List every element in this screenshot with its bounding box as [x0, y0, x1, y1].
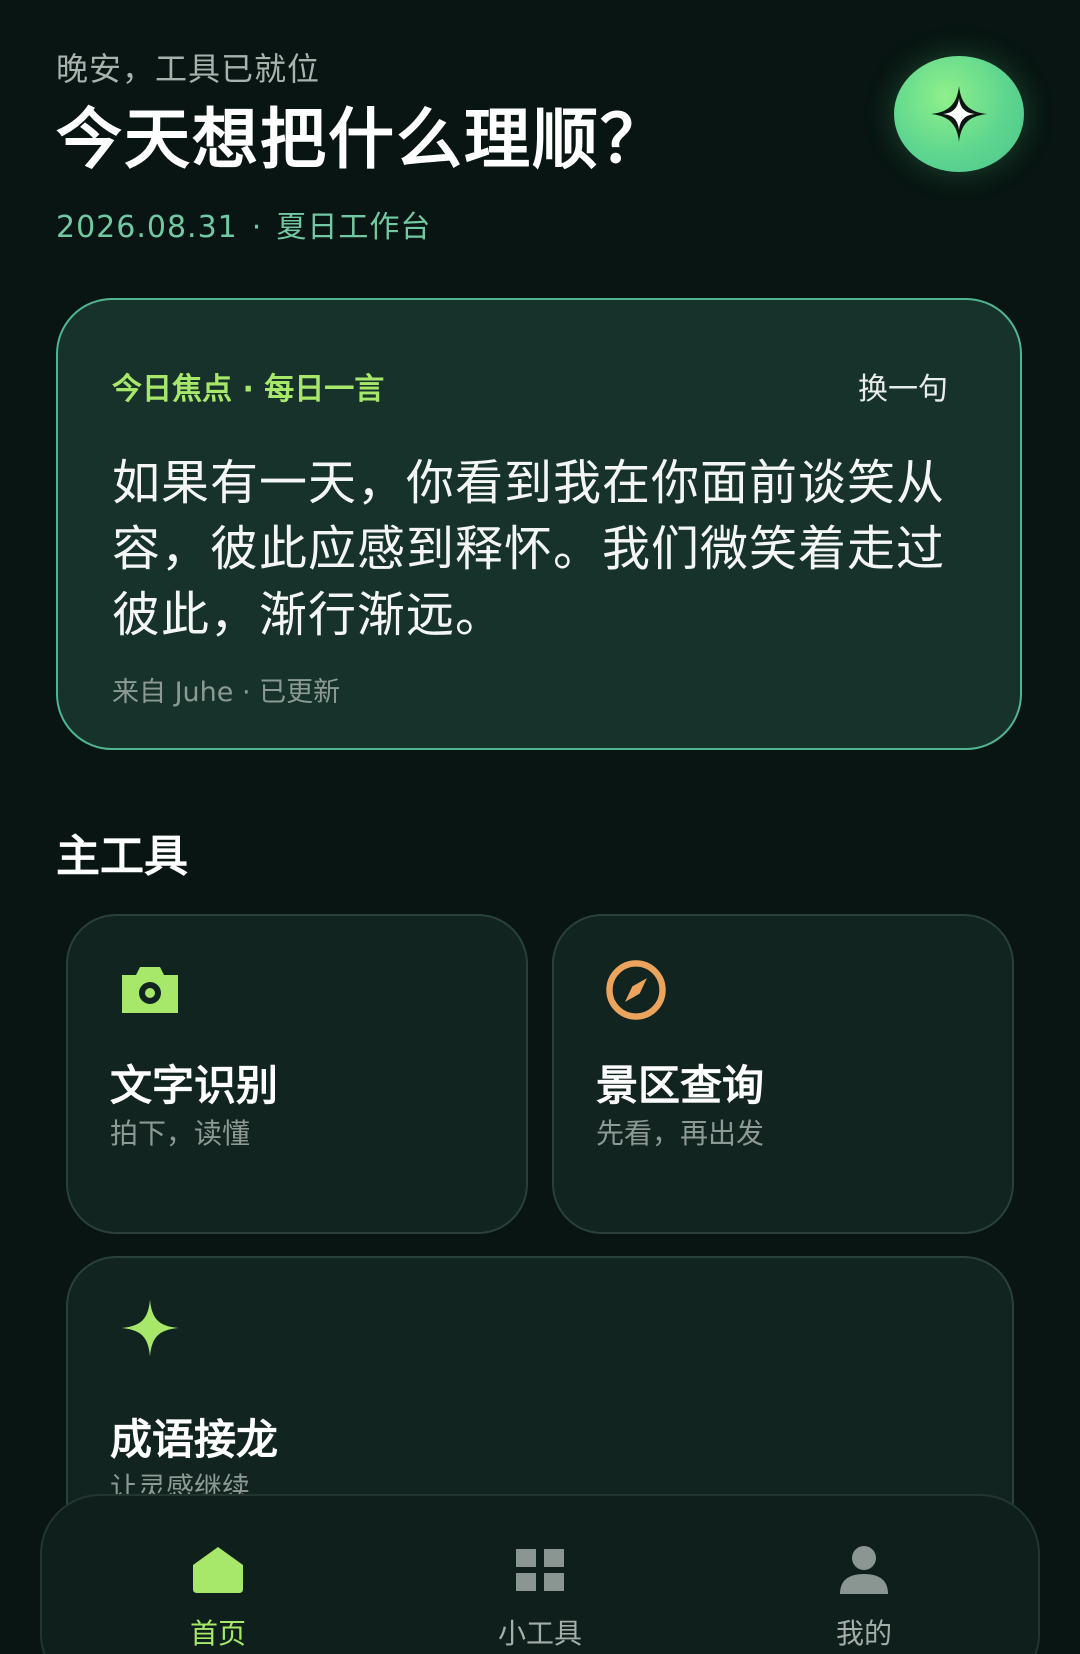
refresh-quote-button[interactable]: 换一句	[858, 364, 948, 408]
grid-icon	[440, 1542, 640, 1598]
section-title-main-tools: 主工具	[56, 831, 188, 882]
bottom-navigation: 首页 小工具 我的	[40, 1494, 1040, 1654]
nav-label: 小工具	[497, 1617, 582, 1650]
person-icon	[764, 1542, 964, 1598]
tool-title: 成语接龙	[110, 1415, 279, 1464]
ai-assistant-button[interactable]	[894, 56, 1024, 172]
date-workspace-line: 2026.08.31 · 夏日工作台	[56, 202, 431, 246]
home-screen: 晚安，工具已就位 今天想把什么理顺？ 2026.08.31 · 夏日工作台 今日焦点…	[0, 0, 1080, 1654]
nav-item-tools[interactable]: 小工具	[440, 1542, 640, 1652]
quote-source: 来自 Juhe · 已更新	[112, 677, 341, 708]
tool-card-ocr[interactable]: 文字识别 拍下，读懂	[66, 914, 528, 1234]
page-title: 今天想把什么理顺？	[56, 101, 668, 178]
daily-quote-card: 今日焦点 · 每日一言 换一句 如果有一天，你看到我在你面前谈笑从容，彼此应感到…	[56, 298, 1022, 750]
separator-dot: ·	[251, 210, 263, 245]
sparkle-icon	[931, 86, 987, 142]
tool-subtitle: 拍下，读懂	[110, 1117, 251, 1150]
greeting-text: 晚安，工具已就位	[56, 50, 321, 88]
tool-title: 景区查询	[596, 1061, 765, 1110]
nav-label: 我的	[835, 1617, 892, 1650]
compass-icon	[604, 958, 668, 1022]
tool-card-scenic[interactable]: 景区查询 先看，再出发	[552, 914, 1014, 1234]
quote-text: 如果有一天，你看到我在你面前谈笑从容，彼此应感到释怀。我们微笑着走过彼此，渐行渐…	[112, 455, 946, 643]
nav-item-profile[interactable]: 我的	[764, 1542, 964, 1652]
tool-title: 文字识别	[110, 1061, 279, 1110]
sparkle-icon	[118, 1296, 182, 1360]
nav-label: 首页	[189, 1617, 246, 1650]
date-text: 2026.08.31	[56, 210, 238, 245]
home-icon	[118, 1542, 318, 1598]
workspace-name: 夏日工作台	[276, 210, 432, 245]
quote-tag: 今日焦点 · 每日一言	[112, 372, 385, 407]
nav-item-home[interactable]: 首页	[118, 1542, 318, 1652]
camera-icon	[118, 958, 182, 1022]
tool-subtitle: 先看，再出发	[596, 1117, 765, 1150]
